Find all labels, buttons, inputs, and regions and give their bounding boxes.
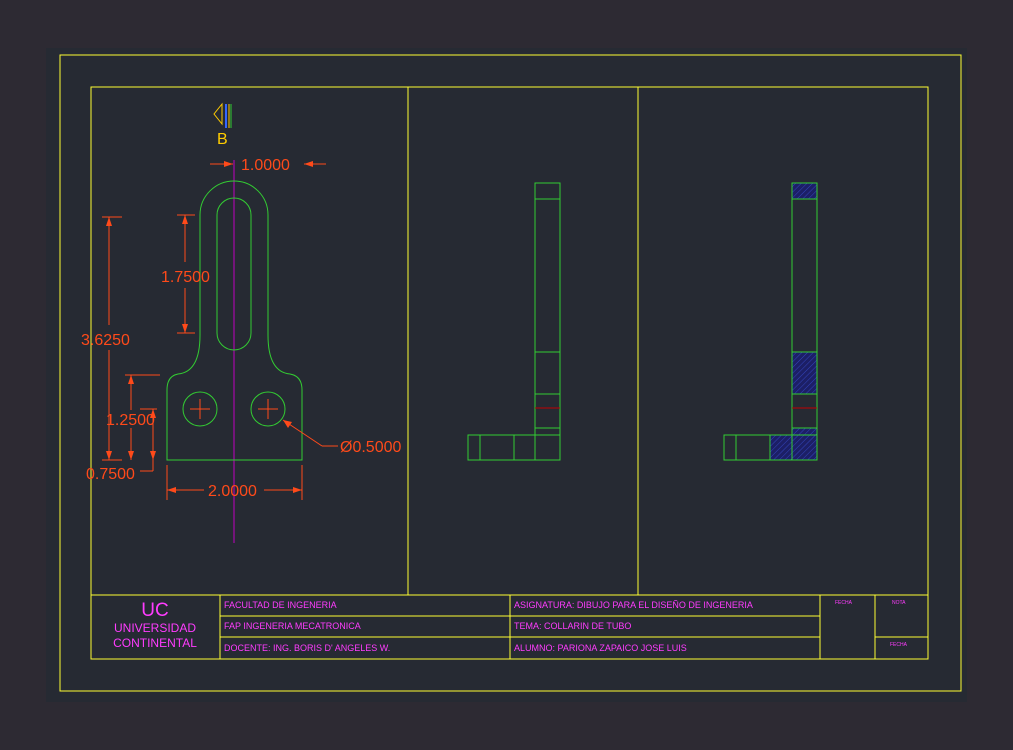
program-text: FAP INGENERIA MECATRONICA: [224, 621, 361, 631]
date-label: FECHA: [835, 600, 853, 606]
cad-drawing-canvas[interactable]: B 1.0000 1.7500 3.6250 1.2500 0.7500 2.0…: [0, 0, 1013, 750]
logo-abbr: UC: [141, 600, 168, 621]
student-text: ALUMNO: PARIONA ZAPAICO JOSE LUIS: [514, 643, 687, 653]
dim-slot-length-text: 1.7500: [161, 269, 210, 286]
date-label-2: FECHA: [890, 642, 908, 648]
faculty-text: FACULTAD DE INGENERIA: [224, 600, 337, 610]
topic-text: TEMA: COLLARIN DE TUBO: [514, 621, 631, 631]
section-label: B: [217, 131, 228, 148]
teacher-text: DOCENTE: ING. BORIS D' ANGELES W.: [224, 643, 390, 653]
dim-total-height-text: 3.6250: [81, 332, 130, 349]
logo-line1: UNIVERSIDAD: [114, 621, 196, 635]
dim-base-width-text: 2.0000: [208, 483, 257, 500]
dim-hole-height-text: 1.2500: [106, 412, 155, 429]
drawing-sheet: [46, 48, 967, 702]
subject-text: ASIGNATURA: DIBUJO PARA EL DISEÑO DE ING…: [514, 600, 753, 610]
logo-line2: CONTINENTAL: [113, 636, 197, 650]
grade-label: NOTA: [892, 600, 906, 606]
dim-hole-diameter-text: Ø0.5000: [340, 439, 401, 456]
dim-top-width-text: 1.0000: [241, 157, 290, 174]
dim-bottom-offset-text: 0.7500: [86, 466, 135, 483]
